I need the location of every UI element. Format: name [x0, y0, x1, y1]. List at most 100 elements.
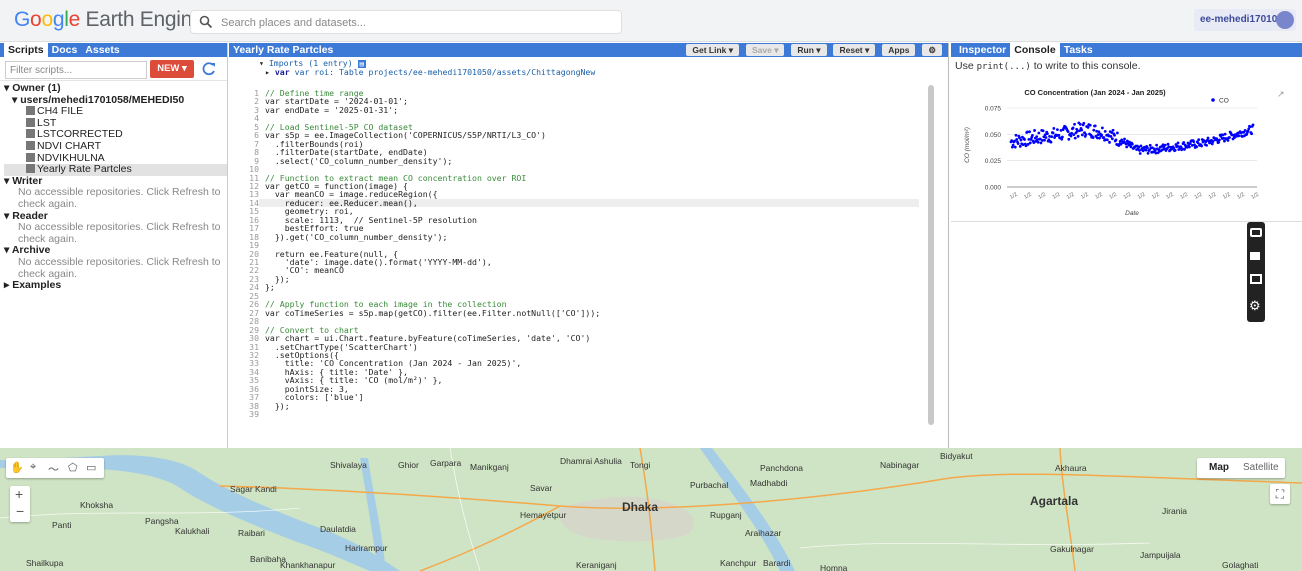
- map-place-label: Shivalaya: [330, 460, 367, 470]
- expand-arrow-icon[interactable]: ▾: [4, 175, 12, 187]
- user-account-button[interactable]: ee-mehedi1701050: [1194, 9, 1296, 31]
- avatar: [1276, 11, 1294, 29]
- expand-arrow-icon[interactable]: ▾: [12, 94, 20, 106]
- expand-arrow-icon[interactable]: ▸: [4, 279, 12, 291]
- data-point: [1148, 143, 1152, 147]
- data-point: [1210, 142, 1214, 146]
- settings-gear-icon[interactable]: ⚙: [922, 44, 942, 56]
- data-point: [1056, 128, 1059, 132]
- co-chart[interactable]: CO Concentration (Jan 2024 - Jan 2025) 0.…: [955, 83, 1295, 221]
- code-area[interactable]: ▾ Imports (1 entry) ▤ ▸ var var roi: Tab…: [229, 57, 937, 448]
- search-input[interactable]: [221, 14, 611, 31]
- x-tick-label: 1/2: [1009, 192, 1019, 201]
- map-view[interactable]: Dhaka Savar Tongi Agartala Manikganj Shivalay…: [0, 448, 1302, 571]
- camera-icon[interactable]: [1250, 228, 1262, 237]
- code-line[interactable]: };: [265, 283, 275, 292]
- run-button[interactable]: Run ▾: [791, 44, 827, 56]
- roi-import-text: var roi: Table projects/ee-mehedi1701050…: [294, 67, 596, 77]
- x-axis-title: Date: [1125, 210, 1139, 217]
- y-tick-label: 0.025: [985, 158, 1002, 165]
- map-side-toolbar: ⚙: [1247, 222, 1265, 322]
- video-icon[interactable]: [1250, 252, 1260, 260]
- rectangle-icon[interactable]: ▭: [86, 461, 96, 474]
- get-link-button[interactable]: Get Link ▾: [686, 44, 740, 56]
- data-point: [1195, 145, 1199, 149]
- scrollbar-thumb[interactable]: [928, 85, 934, 425]
- file-icon: [26, 140, 35, 150]
- search-box[interactable]: [190, 10, 622, 34]
- data-point: [1123, 137, 1126, 141]
- data-point: [1163, 143, 1167, 147]
- data-point: [1188, 145, 1191, 149]
- data-point: [1139, 144, 1143, 148]
- fullscreen-icon[interactable]: ⛶: [1270, 484, 1290, 504]
- tab-docs[interactable]: Docs: [48, 43, 82, 57]
- layers-icon[interactable]: [1250, 274, 1262, 284]
- map-type-satellite[interactable]: Satellite: [1243, 462, 1279, 473]
- data-point: [1049, 140, 1053, 144]
- code-line[interactable]: });: [265, 401, 290, 410]
- map-place-label: Garpara: [430, 458, 462, 468]
- run-label: Run: [797, 45, 814, 55]
- map-type-map[interactable]: Map: [1209, 462, 1229, 473]
- zoom-out-icon[interactable]: −: [16, 503, 24, 519]
- expand-arrow-icon[interactable]: ▾: [4, 244, 12, 257]
- tab-inspector[interactable]: Inspector: [955, 43, 1010, 57]
- editor-scrollbar[interactable]: [927, 75, 935, 448]
- expand-arrow-icon[interactable]: ▾: [4, 210, 12, 222]
- map-place-label: Khankhanapur: [280, 560, 336, 570]
- line-icon[interactable]: 〜: [48, 461, 59, 477]
- map-place-label: Rupganj: [710, 510, 742, 520]
- refresh-icon[interactable]: [200, 60, 218, 78]
- data-point: [1013, 145, 1017, 149]
- console-panel: Inspector Console Tasks Use print(...) to …: [951, 43, 1302, 448]
- code-line[interactable]: var coTimeSeries = s5p.map(getCO).filter…: [265, 308, 600, 317]
- data-point: [1155, 143, 1159, 147]
- right-panel-tabs: Inspector Console Tasks: [951, 43, 1302, 57]
- reset-button[interactable]: Reset ▾: [833, 44, 876, 56]
- apps-button[interactable]: Apps: [882, 44, 916, 56]
- map-place-label: Jampuijala: [1140, 550, 1181, 560]
- x-tick-label: 1/2: [1222, 192, 1232, 201]
- data-point: [1092, 128, 1096, 132]
- popout-icon[interactable]: ↗: [1277, 89, 1285, 99]
- y-tick-label: 0.075: [985, 106, 1002, 113]
- map-place-label: Pangsha: [145, 516, 179, 526]
- data-point: [1100, 126, 1104, 130]
- tree-folder[interactable]: ▸ Examples: [4, 279, 227, 292]
- filter-scripts-input[interactable]: [5, 61, 147, 79]
- data-point: [1050, 135, 1054, 139]
- expand-arrow-icon[interactable]: ▾: [4, 82, 12, 94]
- tab-console[interactable]: Console: [1010, 43, 1060, 57]
- new-button[interactable]: NEW ▾: [150, 60, 194, 78]
- code-line[interactable]: var endDate = '2025-01-31';: [265, 105, 398, 114]
- roi-import[interactable]: ▸ var var roi: Table projects/ee-mehedi1…: [265, 67, 596, 77]
- code-line[interactable]: .select('CO_column_number_density');: [265, 156, 452, 165]
- drawing-tools: ✋ ⌖ 〜 ⬠ ▭: [6, 458, 104, 478]
- tab-assets[interactable]: Assets: [81, 43, 123, 57]
- polygon-icon[interactable]: ⬠: [68, 461, 78, 474]
- data-point: [1015, 137, 1019, 141]
- tab-tasks[interactable]: Tasks: [1060, 43, 1097, 57]
- tab-scripts[interactable]: Scripts: [4, 43, 48, 57]
- map-place-label: Bidyakut: [940, 451, 973, 461]
- point-marker-icon[interactable]: ⌖: [30, 461, 36, 474]
- tree-item-label: Writer: [12, 174, 43, 187]
- y-tick-label: 0.050: [985, 132, 1002, 139]
- file-icon: [26, 117, 35, 127]
- code-line[interactable]: reducer: ee.Reducer.mean(),: [259, 198, 919, 207]
- data-point: [1078, 122, 1082, 126]
- map-place-label: Akhaura: [1055, 463, 1087, 473]
- gear-icon[interactable]: ⚙: [1249, 298, 1261, 314]
- code-line[interactable]: }).get('CO_column_number_density');: [265, 232, 448, 241]
- zoom-in-icon[interactable]: +: [15, 486, 23, 502]
- data-point: [1206, 136, 1210, 140]
- data-point: [1046, 132, 1049, 136]
- data-point: [1218, 138, 1221, 142]
- data-point: [1110, 137, 1114, 141]
- save-button[interactable]: Save ▾: [745, 44, 785, 56]
- pan-hand-icon[interactable]: ✋: [10, 461, 24, 474]
- data-point: [1243, 129, 1247, 132]
- data-point: [1145, 146, 1149, 150]
- app-logo[interactable]: Google Earth Engine: [14, 8, 204, 32]
